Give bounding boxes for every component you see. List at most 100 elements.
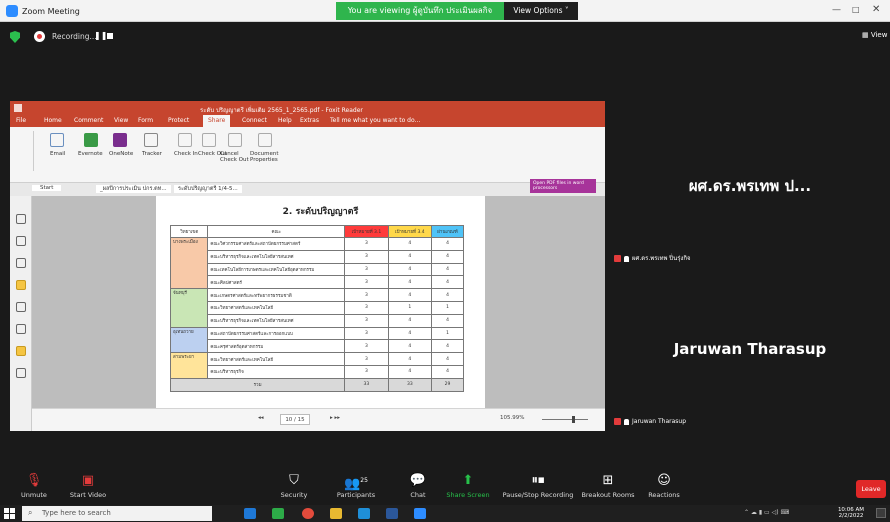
- taskbar-clock[interactable]: 10:06 AM 2/2/2022: [834, 507, 868, 519]
- value-cell: 3: [344, 352, 389, 366]
- view-button[interactable]: ▦ View: [862, 31, 887, 39]
- word-icon[interactable]: [386, 508, 398, 519]
- value-cell: 4: [431, 275, 464, 290]
- line-app-icon[interactable]: [272, 508, 284, 519]
- document-properties-icon[interactable]: [258, 133, 272, 147]
- pause-recording-button[interactable]: ⏸⏹ Pause/Stop Recording: [500, 474, 576, 500]
- person-icon[interactable]: [16, 368, 26, 378]
- next-page-icon[interactable]: ▸ ▸▸: [330, 415, 340, 421]
- breakout-label: Breakout Rooms: [581, 491, 635, 499]
- value-cell: 4: [431, 249, 464, 264]
- tab-document-1[interactable]: _ผลปีการประเมิน ปกร.ตท...: [96, 185, 171, 193]
- maximize-icon[interactable]: □: [852, 5, 860, 14]
- notification-icon[interactable]: [876, 508, 886, 518]
- zoom-taskbar-icon[interactable]: [414, 508, 426, 519]
- leave-button[interactable]: Leave: [856, 480, 886, 498]
- share-screen-button[interactable]: ⬆ Share Screen: [438, 473, 498, 500]
- cancel-check-out-icon[interactable]: [228, 133, 242, 147]
- document-page: 2. ระดับปริญญาตรี วิทยาเขต คณะ เป้าหมายท…: [156, 196, 485, 412]
- start-video-label: Start Video: [69, 491, 107, 499]
- table-row: คณะศิลปศาสตร์ 3 4 4: [171, 275, 464, 290]
- check-out-icon[interactable]: [202, 133, 216, 147]
- edge-icon[interactable]: [358, 508, 370, 519]
- page-number-input[interactable]: 10 / 15: [280, 414, 310, 425]
- unmute-label: Unmute: [21, 491, 47, 499]
- zoom-slider-handle[interactable]: [572, 416, 575, 423]
- menu-share[interactable]: Share: [203, 115, 231, 127]
- menu-form[interactable]: Form: [138, 117, 153, 124]
- table-row: คณะบริหารธุรกิจและเทคโนโลยีสารสนเทศ 3 4 4: [171, 249, 464, 264]
- unmute-button[interactable]: 🎙 Unmute: [4, 473, 64, 500]
- value-cell: 3: [344, 313, 389, 328]
- value-cell: 3: [344, 275, 389, 290]
- tab-document-2[interactable]: ระดับปริญญาตรี 1/4-5...: [174, 185, 242, 193]
- table-row: คณะบริหารธุรกิจและเทคโนโลยีสารสนเทศ 3 4 4: [171, 313, 464, 328]
- reactions-button[interactable]: ☺ Reactions: [634, 473, 694, 500]
- email-icon[interactable]: [50, 133, 64, 147]
- task-view-icon[interactable]: [244, 508, 256, 519]
- table-row: อุเทนถวาย คณะสถาปัตยกรรมศาสตร์และการออกแบ…: [169, 326, 464, 354]
- start-video-button[interactable]: ▣ Start Video: [58, 474, 118, 500]
- menu-protect[interactable]: Protect: [168, 117, 189, 124]
- share-screen-icon: ⬆: [462, 473, 474, 488]
- zoom-slider[interactable]: [542, 419, 588, 420]
- layers-icon[interactable]: [16, 258, 26, 268]
- menu-comment[interactable]: Comment: [74, 117, 103, 124]
- menu-home[interactable]: Home: [44, 117, 62, 124]
- open-pdf-promo[interactable]: Open PDF files in word processors: [530, 179, 596, 193]
- windows-taskbar: Type here to search ⌕ ⌃ ☁ ▮ ▭ ◁) ⌨ 10:06…: [0, 505, 890, 522]
- reader-side-panel: [10, 196, 32, 431]
- pause-recording-icon[interactable]: ❚❚: [94, 31, 107, 40]
- value-cell: 4: [431, 364, 464, 379]
- clock-date: 2/2/2022: [838, 513, 864, 519]
- person-icon: [624, 255, 629, 262]
- close-icon[interactable]: ✕: [872, 4, 880, 15]
- participant-tile[interactable]: Jaruwan Tharasup Jaruwan Tharasup: [610, 270, 890, 430]
- participants-icon: 👥25: [344, 476, 368, 492]
- minimize-icon[interactable]: —: [832, 5, 841, 15]
- shared-screen[interactable]: ระดับ ปริญญาตรี เพิ่มเติม 2565_1_2565.pd…: [10, 101, 605, 431]
- menu-help[interactable]: Help: [278, 117, 292, 124]
- attachments-icon[interactable]: [16, 302, 26, 312]
- ribbon-hand-tools[interactable]: [14, 131, 34, 171]
- first-page-icon[interactable]: ◂◂: [258, 415, 264, 421]
- stop-recording-icon[interactable]: [107, 33, 113, 39]
- shield-icon[interactable]: [10, 31, 20, 43]
- file-explorer-icon[interactable]: [330, 508, 342, 519]
- taskbar-search-input[interactable]: Type here to search: [22, 506, 212, 521]
- menu-file[interactable]: File: [16, 117, 26, 124]
- menu-extras[interactable]: Extras: [300, 117, 319, 124]
- participants-button[interactable]: 👥25 Participants: [326, 474, 386, 499]
- faculty-cell: คณะวิศวกรรมศาสตร์และสถาปัตยกรรมศาสตร์: [207, 237, 346, 251]
- participant-tile[interactable]: ผศ.ดร.พรเทพ ป... ผศ.ดร.พรเทพ ปิ่นรุ่งกิจ: [610, 101, 890, 266]
- signature-icon[interactable]: [16, 324, 26, 334]
- tab-start[interactable]: Start: [32, 185, 62, 191]
- comments-icon[interactable]: [16, 280, 26, 290]
- onenote-icon[interactable]: [113, 133, 127, 147]
- tell-me-input[interactable]: Tell me what you want to do...: [330, 117, 420, 124]
- campus-cell: สามพระยา: [169, 352, 209, 379]
- view-options-button[interactable]: View Options ˅: [504, 2, 578, 20]
- breakout-rooms-button[interactable]: ⊞ Breakout Rooms: [578, 474, 638, 500]
- reader-menu-bar: File Home Comment View Form Protect Shar…: [10, 115, 605, 127]
- zoom-level: 105.99%: [500, 415, 525, 421]
- check-in-icon[interactable]: [178, 133, 192, 147]
- tracker-icon[interactable]: [144, 133, 158, 147]
- value-cell: 4: [431, 339, 464, 354]
- mic-muted-icon: 🎙: [25, 473, 43, 488]
- value-cell: 4: [431, 288, 464, 302]
- total-value: 29: [431, 377, 464, 392]
- menu-connect[interactable]: Connect: [242, 117, 267, 124]
- bookmark-icon[interactable]: [16, 214, 26, 224]
- chrome-icon[interactable]: [302, 508, 314, 519]
- share-screen-label: Share Screen: [446, 491, 490, 499]
- menu-view[interactable]: View: [114, 117, 128, 124]
- system-tray-icons[interactable]: ⌃ ☁ ▮ ▭ ◁) ⌨: [744, 509, 789, 516]
- windows-start-icon[interactable]: [4, 508, 15, 519]
- pages-icon[interactable]: [16, 236, 26, 246]
- faculty-cell: คณะสถาปัตยกรรมศาสตร์และการออกแบบ: [207, 326, 346, 341]
- evernote-icon[interactable]: [84, 133, 98, 147]
- reactions-icon: ☺: [657, 473, 671, 488]
- security-lock-icon[interactable]: [16, 346, 26, 356]
- security-button[interactable]: ⛉ Security: [264, 474, 324, 500]
